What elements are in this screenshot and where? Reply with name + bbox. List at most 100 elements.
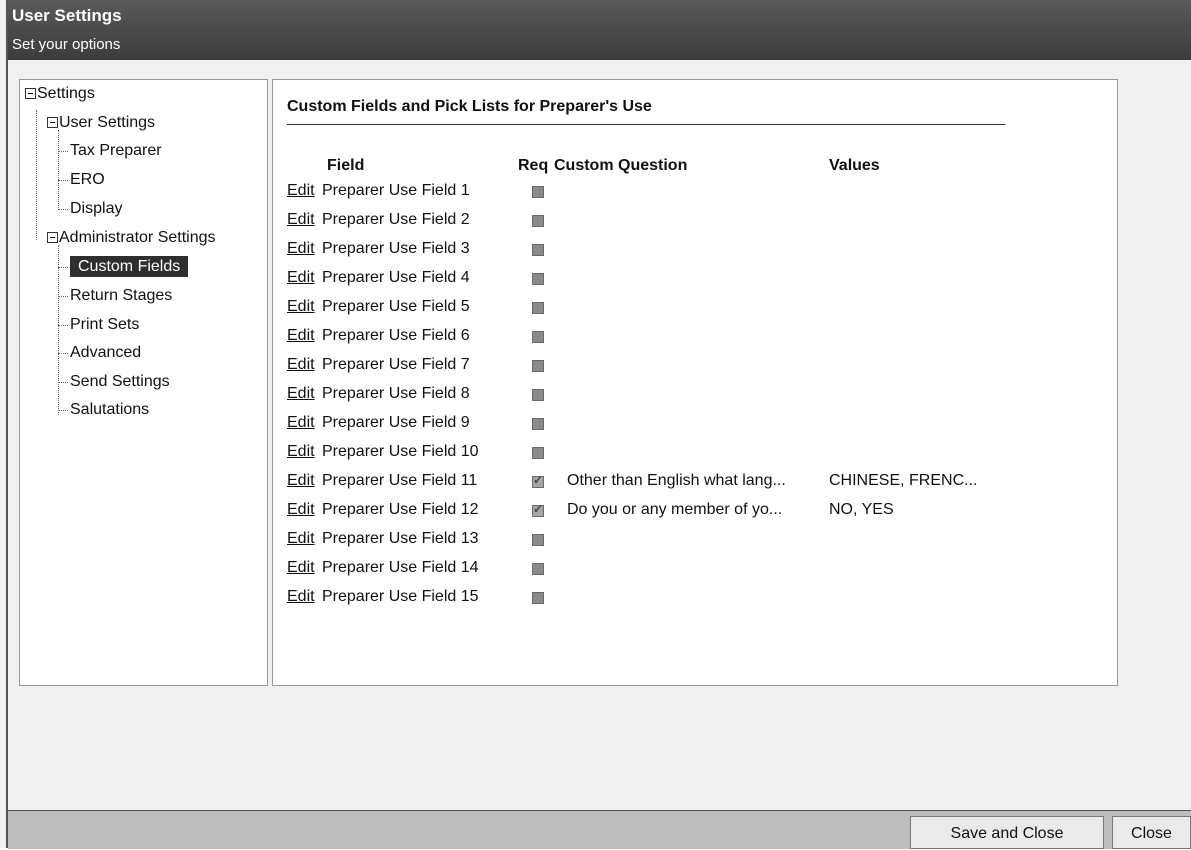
tree-connector [58,209,68,210]
table-row: Edit Preparer Use Field 4 [287,265,1087,294]
tree-item-settings[interactable]: Settings [25,84,95,104]
user-settings-window: User Settings Set your options Settings … [0,0,1191,849]
tree-connector [58,151,68,152]
edit-link[interactable]: Edit [287,327,315,345]
required-checkbox[interactable] [532,302,544,314]
window-subtitle: Set your options [12,36,121,53]
required-checkbox[interactable] [532,534,544,546]
tree-item-user-settings[interactable]: User Settings [47,113,155,133]
section-title: Custom Fields and Pick Lists for Prepare… [287,98,652,115]
required-checkbox[interactable] [532,592,544,604]
table-row: Edit Preparer Use Field 7 [287,352,1087,381]
required-checkbox[interactable] [532,186,544,198]
tree-item-custom-fields[interactable]: Custom Fields [70,256,189,277]
required-checkbox[interactable] [532,244,544,256]
edit-link[interactable]: Edit [287,298,315,316]
edit-link[interactable]: Edit [287,472,315,490]
tree-item-label: Return Stages [70,287,173,304]
tree-connector [58,382,68,383]
edit-link[interactable]: Edit [287,559,315,577]
pick-list-values: NO, YES [829,501,894,518]
field-name: Preparer Use Field 2 [322,211,470,228]
field-name: Preparer Use Field 15 [322,588,479,605]
section-divider [287,124,1005,125]
collapse-icon[interactable] [47,232,58,244]
tree-connector [58,267,68,268]
field-name: Preparer Use Field 7 [322,356,470,373]
tree-item-send-settings[interactable]: Send Settings [70,372,170,392]
header-custom-question: Custom Question [554,157,688,174]
required-checkbox[interactable] [532,360,544,372]
tree-item-administrator-settings[interactable]: Administrator Settings [47,228,216,248]
required-checkbox[interactable] [532,502,544,517]
tree-item-print-sets[interactable]: Print Sets [70,315,139,335]
pick-list-values: CHINESE, FRENC... [829,472,978,489]
save-and-close-button[interactable]: Save and Close [910,816,1104,849]
tree-item-label: Custom Fields [70,256,189,277]
edit-link[interactable]: Edit [287,443,315,461]
tree-item-label: Tax Preparer [70,142,162,159]
edit-link[interactable]: Edit [287,182,315,200]
edit-link[interactable]: Edit [287,414,315,432]
tree-item-advanced[interactable]: Advanced [70,343,141,363]
table-row: Edit Preparer Use Field 11 Other than Engl… [287,468,1087,497]
tree-connector [58,296,68,297]
edit-link[interactable]: Edit [287,240,315,258]
edit-link[interactable]: Edit [287,385,315,403]
required-checkbox[interactable] [532,273,544,285]
edit-link[interactable]: Edit [287,356,315,374]
footer-bar: Save and Close Close [8,810,1191,849]
collapse-icon[interactable] [25,88,36,100]
tree-connector [58,245,59,415]
settings-tree: Settings User Settings Tax Preparer ERO … [19,79,268,686]
field-name: Preparer Use Field 14 [322,559,479,576]
close-button[interactable]: Close [1112,816,1191,849]
tree-connector [58,180,68,181]
field-name: Preparer Use Field 1 [322,182,470,199]
required-checkbox[interactable] [532,473,544,488]
tree-item-label: Send Settings [70,373,170,390]
table-row: Edit Preparer Use Field 3 [287,236,1087,265]
field-name: Preparer Use Field 6 [322,327,470,344]
tree-item-label: Salutations [70,401,150,418]
custom-question: Other than English what lang... [567,472,786,489]
custom-question: Do you or any member of yo... [567,501,783,518]
field-name: Preparer Use Field 11 [322,472,478,489]
window-title: User Settings [12,6,122,25]
edit-link[interactable]: Edit [287,269,315,287]
edit-link[interactable]: Edit [287,211,315,229]
header-req: Req [518,157,549,174]
table-row: Edit Preparer Use Field 12 Do you or any m… [287,497,1087,526]
tree-item-tax-preparer[interactable]: Tax Preparer [70,141,162,161]
field-name: Preparer Use Field 3 [322,240,470,257]
field-name: Preparer Use Field 5 [322,298,470,315]
tree-item-ero[interactable]: ERO [70,170,105,190]
table-row: Edit Preparer Use Field 9 [287,410,1087,439]
tree-item-display[interactable]: Display [70,199,122,219]
tree-item-label: Display [70,200,123,217]
field-name: Preparer Use Field 4 [322,269,470,286]
required-checkbox[interactable] [532,215,544,227]
required-checkbox[interactable] [532,447,544,459]
field-name: Preparer Use Field 10 [322,443,479,460]
tree-item-return-stages[interactable]: Return Stages [70,286,172,306]
tree-connector [58,325,68,326]
tree-item-salutations[interactable]: Salutations [70,400,149,420]
tree-item-label: Settings [37,85,95,102]
edit-link[interactable]: Edit [287,588,315,606]
table-row: Edit Preparer Use Field 1 [287,178,1087,207]
field-name: Preparer Use Field 13 [322,530,479,547]
edit-link[interactable]: Edit [287,501,315,519]
required-checkbox[interactable] [532,563,544,575]
tree-item-label: User Settings [59,114,156,131]
field-name: Preparer Use Field 9 [322,414,470,431]
table-row: Edit Preparer Use Field 13 [287,526,1087,555]
table-row: Edit Preparer Use Field 14 [287,555,1087,584]
tree-connector [58,410,68,411]
required-checkbox[interactable] [532,331,544,343]
edit-link[interactable]: Edit [287,530,315,548]
collapse-icon[interactable] [47,117,58,129]
required-checkbox[interactable] [532,418,544,430]
required-checkbox[interactable] [532,389,544,401]
field-name: Preparer Use Field 12 [322,501,479,518]
